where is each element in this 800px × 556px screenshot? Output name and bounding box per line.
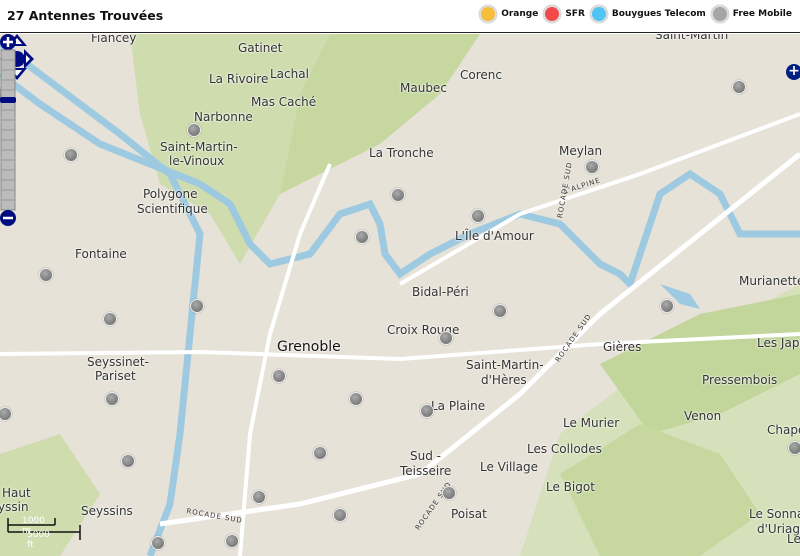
place-label: yssin [0,500,29,514]
place-label: Haut [2,486,31,500]
city-label: Grenoble [277,339,341,355]
results-title: 27 Antennes Trouvées [7,8,164,23]
place-label: Venon [684,409,722,423]
place-label: Le Murier [563,416,620,430]
expand-layers-button[interactable]: + [786,64,800,80]
antenna-marker[interactable] [187,123,201,137]
map-canvas[interactable]: Fiancey Gatinet La Rivoire Lachal Mas Ca… [0,34,800,556]
place-label: Saint-Martin [655,34,729,42]
place-label: L'Île d'Amour [455,229,534,243]
antenna-marker[interactable] [420,404,434,418]
antenna-marker[interactable] [64,148,78,162]
place-label: Fontaine [75,247,127,261]
place-label: Mas Caché [251,95,317,109]
antenna-marker[interactable] [272,369,286,383]
legend-orange[interactable]: Orange [479,5,538,23]
place-label: Lachal [270,67,309,81]
place-label: La Tronche [369,146,434,160]
antenna-marker[interactable] [355,230,369,244]
antenna-marker[interactable] [439,331,453,345]
antenna-marker[interactable] [585,160,599,174]
legend-sfr[interactable]: SFR [543,5,585,23]
scale-imperial: 5000 ft [27,530,50,550]
antenna-marker[interactable] [313,446,327,460]
place-label: Fiancey [91,34,137,45]
place-label: Les Collodes [527,442,602,456]
place-label: Murianette [739,274,800,288]
legend-label: SFR [565,9,585,19]
antenna-marker[interactable] [732,80,746,94]
place-label: Les Japin [757,336,800,350]
legend-free[interactable]: Free Mobile [710,5,792,23]
antenna-marker[interactable] [190,299,204,313]
place-label: Saint-Martin- [160,140,238,154]
antenna-marker[interactable] [103,312,117,326]
place-label: Polygone [143,187,198,201]
place-label: Pariset [95,369,136,383]
place-label: La Rivoire [209,72,269,86]
operator-legend: Orange SFR Bouygues Telecom Free Mobile [474,5,792,23]
header: 27 Antennes Trouvées Orange SFR Bouygues… [0,0,800,33]
place-label: Le Village [480,460,538,474]
place-label: Gatinet [238,41,283,55]
place-label: Meylan [559,144,603,158]
place-label: le-Vinoux [169,154,225,168]
antenna-marker[interactable] [391,188,405,202]
antenna-marker[interactable] [471,209,485,223]
place-label: d'Hères [481,373,527,387]
legend-bouygues[interactable]: Bouygues Telecom [589,5,706,23]
free-dot-icon [710,5,729,23]
antenna-marker[interactable] [39,268,53,282]
place-label: Pressembois [702,373,778,387]
antenna-marker[interactable] [121,454,135,468]
place-label: Poisat [451,507,487,521]
place-label: Maubec [400,81,447,95]
place-label: Gières [603,340,642,354]
antenna-marker[interactable] [442,486,456,500]
antenna-marker[interactable] [333,508,347,522]
place-label: La Plaine [431,399,486,413]
place-label: Teisseire [400,464,452,478]
antenna-marker[interactable] [660,299,674,313]
antenna-marker[interactable] [788,441,800,455]
legend-label: Orange [501,9,539,19]
antenna-marker[interactable] [493,304,507,318]
antenna-marker[interactable] [252,490,266,504]
antenna-marker[interactable] [349,392,363,406]
place-label: Scientifique [137,202,208,216]
place-label: Bidal-Péri [412,285,469,299]
place-label: Corenc [460,68,502,82]
antenna-marker[interactable] [151,536,165,550]
zoom-slider[interactable] [0,34,16,226]
bouygues-dot-icon [589,5,608,23]
place-label: Le Bigot [546,480,595,494]
place-label: Narbonne [194,110,253,124]
antenna-marker[interactable] [225,534,239,548]
place-label: Sud - [410,449,441,463]
orange-dot-icon [479,5,498,23]
antenna-marker[interactable] [105,392,119,406]
place-label: Le Sonna [749,507,800,521]
place-label: Seyssinet- [87,355,149,369]
place-label: Saint-Martin- [466,358,544,372]
place-label: Chapo [767,423,800,437]
legend-label: Bouygues Telecom [611,9,706,19]
place-label: Les C [787,532,800,546]
place-label: Seyssins [81,504,133,518]
sfr-dot-icon [543,5,562,23]
legend-label: Free Mobile [732,9,792,19]
